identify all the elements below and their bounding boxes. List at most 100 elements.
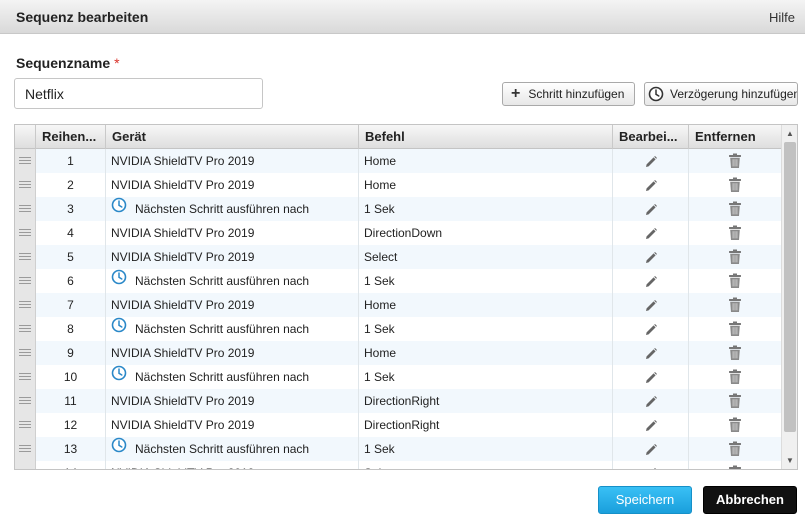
table-row[interactable]: 10 Nächsten Schritt ausführen nach 1 Sek [15, 365, 781, 389]
device-cell: Nächsten Schritt ausführen nach [106, 365, 359, 389]
drag-handle-icon[interactable] [15, 149, 36, 173]
device-name: NVIDIA ShieldTV Pro 2019 [111, 154, 255, 168]
pencil-icon[interactable] [644, 321, 658, 341]
drag-handle-icon[interactable] [15, 293, 36, 317]
pencil-icon[interactable] [644, 273, 658, 293]
trash-icon[interactable] [728, 297, 742, 317]
trash-icon[interactable] [728, 465, 742, 469]
table-scrollbar[interactable]: ▲ ▼ [781, 125, 797, 469]
order-cell: 12 [36, 413, 106, 437]
pencil-icon[interactable] [644, 225, 658, 245]
edit-cell [613, 341, 689, 365]
drag-handle-icon[interactable] [15, 269, 36, 293]
trash-icon[interactable] [728, 225, 742, 245]
drag-handle-icon[interactable] [15, 317, 36, 341]
trash-icon[interactable] [728, 177, 742, 197]
pencil-icon[interactable] [644, 465, 658, 469]
drag-handle-icon[interactable] [15, 173, 36, 197]
pencil-icon[interactable] [644, 345, 658, 365]
trash-icon[interactable] [728, 273, 742, 293]
trash-icon[interactable] [728, 345, 742, 365]
scroll-down-arrow-icon[interactable]: ▼ [782, 452, 797, 469]
table-row[interactable]: 8 Nächsten Schritt ausführen nach 1 Sek [15, 317, 781, 341]
remove-cell [689, 173, 781, 197]
order-cell: 10 [36, 365, 106, 389]
drag-handle-icon[interactable] [15, 461, 36, 469]
column-header-edit[interactable]: Bearbei... [613, 125, 689, 149]
device-cell: NVIDIA ShieldTV Pro 2019 [106, 173, 359, 197]
order-cell: 1 [36, 149, 106, 173]
sequence-name-input[interactable] [14, 78, 263, 109]
trash-icon[interactable] [728, 393, 742, 413]
table-row[interactable]: 2 NVIDIA ShieldTV Pro 2019 Home [15, 173, 781, 197]
pencil-icon[interactable] [644, 393, 658, 413]
pencil-icon[interactable] [644, 201, 658, 221]
add-step-button[interactable]: + Schritt hinzufügen [502, 82, 635, 106]
help-link[interactable]: Hilfe [769, 10, 795, 25]
trash-icon[interactable] [728, 201, 742, 221]
remove-cell [689, 437, 781, 461]
table-row[interactable]: 11 NVIDIA ShieldTV Pro 2019 DirectionRight [15, 389, 781, 413]
table-row[interactable]: 4 NVIDIA ShieldTV Pro 2019 DirectionDown [15, 221, 781, 245]
table-row[interactable]: 6 Nächsten Schritt ausführen nach 1 Sek [15, 269, 781, 293]
column-header-command[interactable]: Befehl [359, 125, 613, 149]
drag-handle-icon[interactable] [15, 365, 36, 389]
drag-handle-icon[interactable] [15, 413, 36, 437]
order-cell: 11 [36, 389, 106, 413]
trash-icon[interactable] [728, 321, 742, 341]
column-header-order[interactable]: Reihen... [36, 125, 106, 149]
drag-handle-icon[interactable] [15, 389, 36, 413]
drag-handle-icon[interactable] [15, 221, 36, 245]
command-cell: Select [359, 245, 613, 269]
remove-cell [689, 389, 781, 413]
edit-cell [613, 389, 689, 413]
scrollbar-thumb[interactable] [784, 142, 796, 432]
pencil-icon[interactable] [644, 441, 658, 461]
pencil-icon[interactable] [644, 297, 658, 317]
table-row[interactable]: 12 NVIDIA ShieldTV Pro 2019 DirectionRight [15, 413, 781, 437]
edit-cell [613, 293, 689, 317]
table-row[interactable]: 7 NVIDIA ShieldTV Pro 2019 Home [15, 293, 781, 317]
remove-cell [689, 245, 781, 269]
table-row[interactable]: 3 Nächsten Schritt ausführen nach 1 Sek [15, 197, 781, 221]
trash-icon[interactable] [728, 369, 742, 389]
device-name: NVIDIA ShieldTV Pro 2019 [111, 226, 255, 240]
table-row[interactable]: 5 NVIDIA ShieldTV Pro 2019 Select [15, 245, 781, 269]
device-cell: NVIDIA ShieldTV Pro 2019 [106, 389, 359, 413]
device-name: NVIDIA ShieldTV Pro 2019 [111, 178, 255, 192]
trash-icon[interactable] [728, 441, 742, 461]
column-header-remove[interactable]: Entfernen [689, 125, 781, 149]
trash-icon[interactable] [728, 417, 742, 437]
drag-handle-icon[interactable] [15, 437, 36, 461]
remove-cell [689, 341, 781, 365]
order-cell: 6 [36, 269, 106, 293]
table-row[interactable]: 9 NVIDIA ShieldTV Pro 2019 Home [15, 341, 781, 365]
pencil-icon[interactable] [644, 417, 658, 437]
table-row[interactable]: 1 NVIDIA ShieldTV Pro 2019 Home [15, 149, 781, 173]
add-delay-button[interactable]: Verzögerung hinzufügen [644, 82, 798, 106]
pencil-icon[interactable] [644, 177, 658, 197]
column-header-device[interactable]: Gerät [106, 125, 359, 149]
save-button[interactable]: Speichern [598, 486, 692, 514]
drag-handle-icon[interactable] [15, 245, 36, 269]
cancel-button[interactable]: Abbrechen [703, 486, 797, 514]
drag-handle-icon[interactable] [15, 197, 36, 221]
device-cell: NVIDIA ShieldTV Pro 2019 [106, 221, 359, 245]
trash-icon[interactable] [728, 249, 742, 269]
pencil-icon[interactable] [644, 249, 658, 269]
trash-icon[interactable] [728, 153, 742, 173]
order-cell: 4 [36, 221, 106, 245]
device-name: Nächsten Schritt ausführen nach [135, 442, 310, 456]
drag-handle-icon[interactable] [15, 341, 36, 365]
device-name: NVIDIA ShieldTV Pro 2019 [111, 466, 254, 469]
device-name: NVIDIA ShieldTV Pro 2019 [111, 250, 255, 264]
table-row[interactable]: 14 NVIDIA ShieldTV Pro 2019 Select [15, 461, 781, 469]
edit-cell [613, 221, 689, 245]
scroll-up-arrow-icon[interactable]: ▲ [782, 125, 797, 142]
pencil-icon[interactable] [644, 369, 658, 389]
pencil-icon[interactable] [644, 153, 658, 173]
order-cell: 5 [36, 245, 106, 269]
table-row[interactable]: 13 Nächsten Schritt ausführen nach 1 Sek [15, 437, 781, 461]
edit-cell [613, 413, 689, 437]
clock-icon [111, 437, 127, 461]
